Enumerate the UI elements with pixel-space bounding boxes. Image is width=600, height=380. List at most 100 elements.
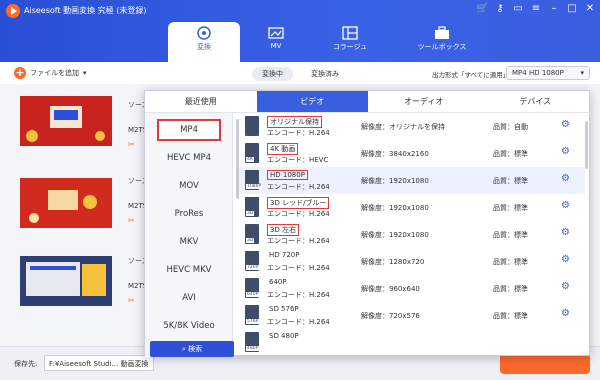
menu-icon[interactable]: ≡: [530, 3, 542, 14]
video-file-icon: 576P: [245, 305, 260, 325]
preset-row-3d-anaglyph[interactable]: 3D 3D レッド/ブルー エンコード：H.264 解像度：1920x1080 …: [239, 194, 585, 221]
toolbar: + ファイルを追加 ▾ 変換中 変換済み 出力形式「すべてに適用」: MP4 H…: [0, 62, 600, 84]
format-item-mkv[interactable]: MKV: [157, 231, 221, 253]
preset-list-scrollbar[interactable]: [585, 121, 588, 169]
save-to-label: 保存先:: [14, 360, 38, 368]
format-item-mov[interactable]: MOV: [157, 175, 221, 197]
preset-quality: 品質：標準: [493, 150, 528, 158]
format-item-mp4[interactable]: MP4: [157, 119, 221, 141]
tab-audio[interactable]: オーディオ: [368, 91, 480, 112]
preset-encoder: エンコード：H.264: [267, 318, 330, 326]
preset-row-640p[interactable]: 640P 640P エンコード：H.264 解像度：960x640 品質：標準 …: [239, 275, 585, 302]
chat-icon[interactable]: ▭: [512, 3, 524, 14]
format-item-5k8k[interactable]: 5K/8K Video: [157, 315, 221, 337]
format-popup: 最近使用 ビデオ オーディオ デバイス MP4 HEVC MP4 MOV Pro…: [144, 90, 591, 357]
format-item-hevc-mp4[interactable]: HEVC MP4: [157, 147, 221, 169]
tab-converted[interactable]: 変換済み: [301, 67, 349, 81]
preset-encoder: エンコード：H.264: [267, 183, 330, 191]
preset-icon-tag: 576P: [246, 319, 260, 324]
gear-icon[interactable]: ⚙: [561, 146, 570, 157]
preset-resolution: 解像度：1920x1080: [361, 177, 429, 185]
preset-name: オリジナル保持: [267, 116, 322, 128]
video-file-icon: 1080P: [245, 170, 263, 190]
video-thumbnail: [20, 96, 112, 146]
nav-label: MV: [270, 42, 282, 50]
preset-quality: 品質：標準: [493, 258, 528, 266]
add-file-label: ファイルを追加: [30, 69, 79, 77]
preset-encoder: エンコード：H.264: [267, 291, 330, 299]
minimize-icon[interactable]: –: [548, 3, 560, 14]
preset-name: SD 576P: [269, 305, 299, 313]
preset-row-4k[interactable]: 4K 4K 動画 エンコード：HEVC 解像度：3840x2160 品質：標準 …: [239, 140, 585, 167]
gear-icon[interactable]: ⚙: [561, 308, 570, 319]
maximize-icon[interactable]: □: [566, 3, 578, 14]
output-format-value: MP4 HD 1080P: [512, 69, 564, 77]
preset-name: 3D レッド/ブルー: [267, 197, 330, 209]
gear-icon[interactable]: ⚙: [561, 227, 570, 238]
format-category-tabs: 最近使用 ビデオ オーディオ デバイス: [145, 91, 591, 113]
preset-icon-tag: 480P: [246, 346, 260, 351]
preset-resolution: 解像度：1920x1080: [361, 231, 429, 239]
nav-toolbox[interactable]: ツールボックス: [388, 22, 496, 62]
preset-name: 4K 動画: [267, 143, 299, 155]
tab-device[interactable]: デバイス: [480, 91, 592, 112]
preset-row-480p[interactable]: 480P SD 480P: [239, 329, 585, 356]
close-icon[interactable]: ✕: [584, 3, 596, 14]
gear-icon[interactable]: ⚙: [561, 281, 570, 292]
format-item-avi[interactable]: AVI: [157, 287, 221, 309]
format-item-prores[interactable]: ProRes: [157, 203, 221, 225]
cart-icon[interactable]: 🛒: [476, 3, 488, 14]
convert-icon: [197, 26, 211, 40]
nav-convert[interactable]: 変換: [168, 22, 240, 62]
edit-icon[interactable]: ✂: [128, 216, 135, 225]
preset-row-576p[interactable]: 576P SD 576P エンコード：H.264 解像度：720x576 品質：…: [239, 302, 585, 329]
preset-row-original[interactable]: オリジナル保持 エンコード：H.264 解像度：オリジナルを保持 品質：自動 ⚙: [239, 113, 585, 140]
preset-row-1080p[interactable]: 1080P HD 1080P エンコード：H.264 解像度：1920x1080…: [239, 167, 585, 194]
output-format-select[interactable]: MP4 HD 1080P ▾: [506, 66, 590, 80]
nav-collage[interactable]: コラージュ: [312, 22, 388, 62]
preset-row-3d-side-by-side[interactable]: 3D 3D 左右 エンコード：H.264 解像度：1920x1080 品質：標準…: [239, 221, 585, 248]
preset-icon-tag: 4K: [246, 157, 254, 162]
preset-resolution: 解像度：1920x1080: [361, 204, 429, 212]
video-file-icon: 3D: [245, 197, 259, 217]
preset-name: HD 720P: [269, 251, 300, 259]
output-format-label: 出力形式「すべてに適用」:: [432, 71, 512, 79]
preset-encoder: エンコード：HEVC: [267, 156, 329, 164]
format-item-hevc-mkv[interactable]: HEVC MKV: [157, 259, 221, 281]
gear-icon[interactable]: ⚙: [561, 173, 570, 184]
main-nav: 変換 MV コラージュ ツールボックス: [168, 22, 496, 62]
toolbox-icon: [435, 26, 449, 39]
preset-quality: 品質：標準: [493, 231, 528, 239]
gear-icon[interactable]: ⚙: [561, 200, 570, 211]
search-label: 検索: [188, 345, 203, 353]
edit-icon[interactable]: ✂: [128, 296, 135, 305]
video-thumbnail: [20, 178, 112, 228]
preset-icon-tag: 720P: [246, 265, 260, 270]
tab-video[interactable]: ビデオ: [256, 91, 368, 112]
video-file-icon: 4K: [245, 143, 259, 163]
preset-icon-tag: 640P: [246, 292, 260, 297]
tab-recent[interactable]: 最近使用: [145, 91, 257, 112]
save-path-field[interactable]: F:¥Aiseesoft Studi... 動画変換: [44, 355, 154, 371]
search-button[interactable]: ⌕ 検索: [150, 341, 234, 357]
preset-list: オリジナル保持 エンコード：H.264 解像度：オリジナルを保持 品質：自動 ⚙…: [239, 113, 591, 357]
preset-quality: 品質：標準: [493, 312, 528, 320]
gear-icon[interactable]: ⚙: [561, 119, 570, 130]
nav-label: ツールボックス: [417, 43, 467, 51]
key-icon[interactable]: ⚷: [494, 3, 506, 14]
gear-icon[interactable]: ⚙: [561, 254, 570, 265]
edit-icon[interactable]: ✂: [128, 140, 135, 149]
chevron-down-icon[interactable]: ▾: [83, 69, 87, 77]
nav-mv[interactable]: MV: [240, 22, 312, 62]
window-controls: 🛒 ⚷ ▭ ≡ – □ ✕: [476, 3, 596, 14]
preset-icon-tag: 3D: [246, 211, 255, 216]
app-logo-icon: [6, 4, 20, 18]
preset-encoder: エンコード：H.264: [267, 210, 330, 218]
video-file-icon: 480P: [245, 332, 260, 352]
tab-converting[interactable]: 変換中: [252, 67, 293, 81]
add-file-button[interactable]: + ファイルを追加 ▾: [14, 67, 87, 79]
preset-row-720p[interactable]: 720P HD 720P エンコード：H.264 解像度：1280x720 品質…: [239, 248, 585, 275]
video-thumbnail: [20, 256, 112, 306]
preset-encoder: エンコード：H.264: [267, 237, 330, 245]
preset-resolution: 解像度：960x640: [361, 285, 420, 293]
